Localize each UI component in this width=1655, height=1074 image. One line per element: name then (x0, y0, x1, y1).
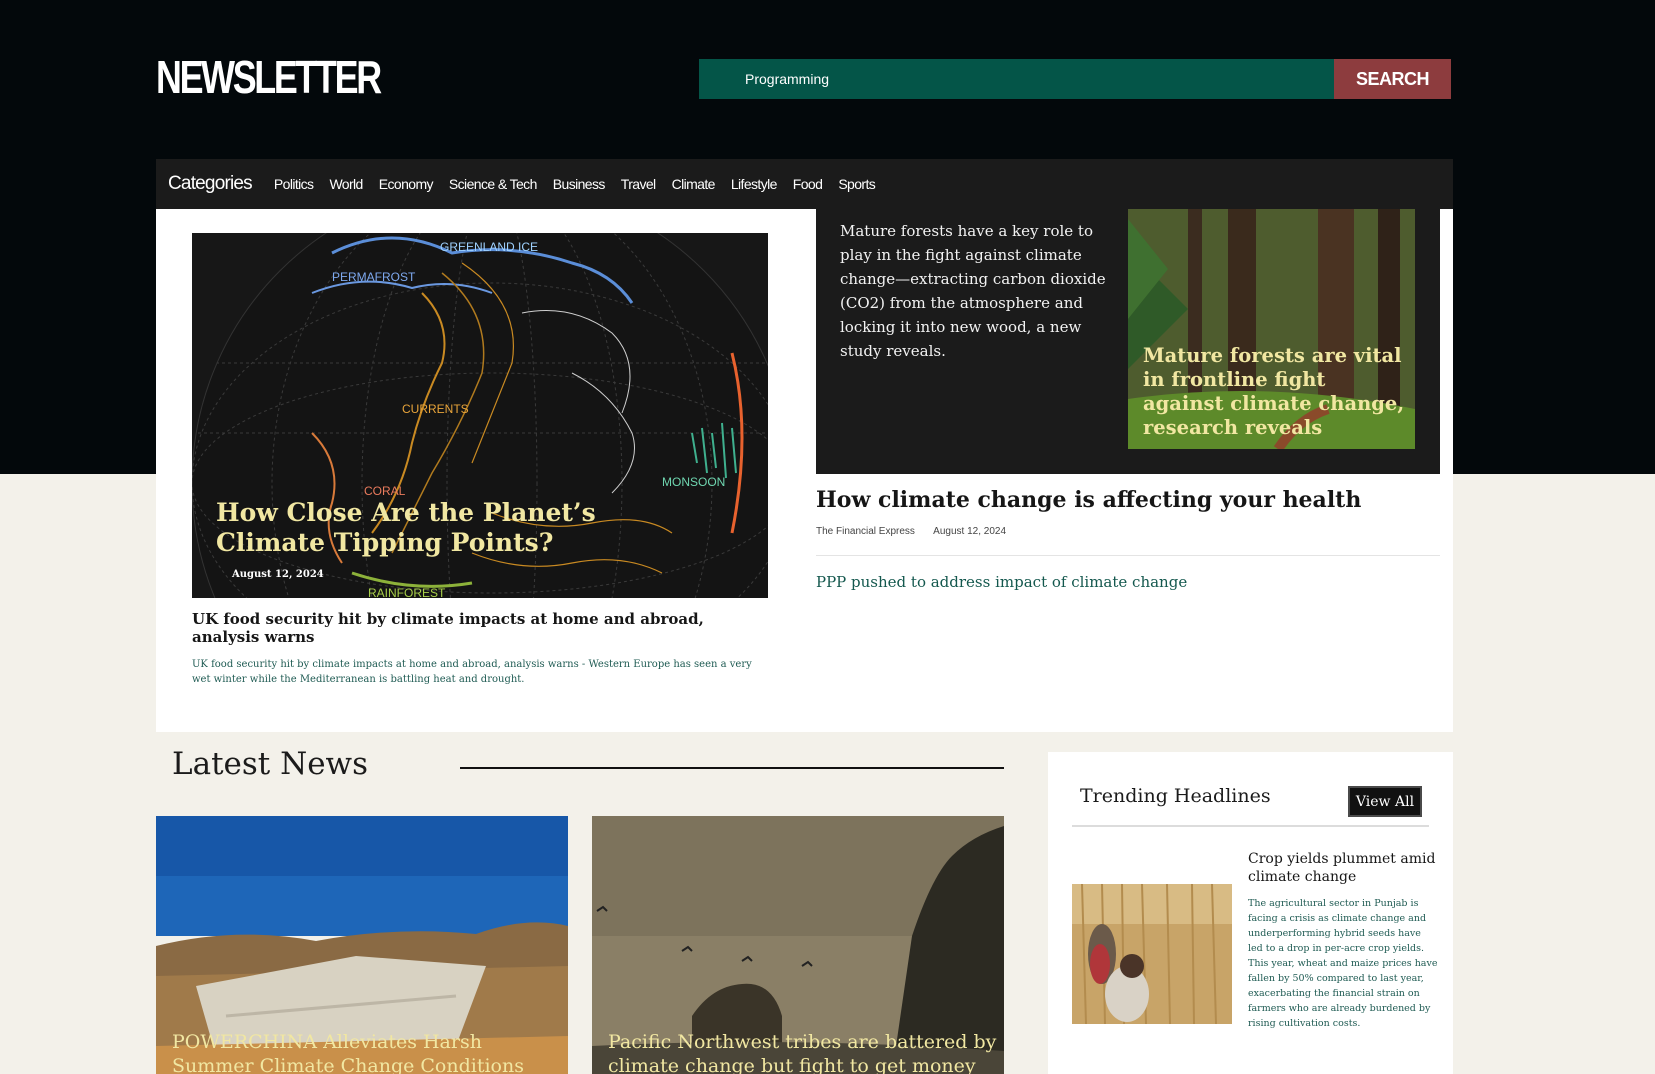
category-business[interactable]: Business (553, 176, 606, 192)
latest-news-card[interactable]: Pacific Northwest tribes are battered by… (592, 816, 1004, 1074)
search-input[interactable] (699, 59, 1334, 99)
trending-item-image[interactable] (1072, 884, 1232, 1024)
map-label-coral: CORAL (364, 484, 406, 498)
health-article-source: The Financial Express (816, 526, 915, 537)
latest-news-card-title[interactable]: Pacific Northwest tribes are battered by… (608, 1030, 998, 1074)
health-article-meta: The Financial Express August 12, 2024 (816, 526, 1022, 537)
category-lifestyle[interactable]: Lifestyle (731, 176, 778, 192)
category-travel[interactable]: Travel (621, 176, 656, 192)
category-food[interactable]: Food (793, 176, 823, 192)
category-sports[interactable]: Sports (838, 176, 875, 192)
latest-news-card[interactable]: POWERCHINA Alleviates Harsh Summer Clima… (156, 816, 568, 1074)
map-label-rainforest: RAINFOREST (368, 586, 446, 598)
map-label-permafrost: PERMAFROST (332, 270, 416, 284)
category-world[interactable]: World (329, 176, 363, 192)
trending-heading: Trending Headlines (1080, 785, 1271, 807)
trending-item-title[interactable]: Crop yields plummet amid climate change (1248, 850, 1438, 886)
hero-article[interactable]: GREENLAND ICE PERMAFROST CURRENTS CORAL … (192, 233, 768, 598)
latest-news-heading: Latest News (172, 746, 369, 782)
wheat-photo (1072, 884, 1232, 1024)
latest-news-rule (460, 767, 1004, 769)
forest-article-title[interactable]: Mature forests are vital in frontline fi… (1143, 344, 1408, 440)
category-science-tech[interactable]: Science & Tech (449, 176, 537, 192)
site-logo[interactable]: NEWSLETTER (156, 50, 382, 104)
divider (816, 555, 1440, 556)
ppp-article-link[interactable]: PPP pushed to address impact of climate … (816, 573, 1187, 591)
health-article-date: August 12, 2024 (933, 526, 1007, 537)
search-button[interactable]: SEARCH (1334, 59, 1451, 99)
map-label-currents: CURRENTS (402, 402, 469, 416)
hero-title[interactable]: How Close Are the Planet’s Climate Tippi… (216, 498, 676, 558)
forest-image[interactable]: Mature forests are vital in frontline fi… (1128, 209, 1415, 449)
category-economy[interactable]: Economy (379, 176, 434, 192)
trending-rule (1072, 825, 1429, 827)
hero-date: August 12, 2024 (232, 569, 324, 580)
map-label-greenland: GREENLAND ICE (440, 240, 538, 254)
categories-label: Categories (168, 173, 253, 194)
map-label-monsoon: MONSOON (662, 475, 725, 489)
uk-article-title[interactable]: UK food security hit by climate impacts … (192, 610, 768, 646)
forest-article-card[interactable]: Mature forests have a key role to play i… (816, 209, 1440, 474)
forest-article-text: Mature forests have a key role to play i… (840, 222, 1106, 360)
category-politics[interactable]: Politics (274, 176, 314, 192)
uk-article-description: UK food security hit by climate impacts … (192, 659, 752, 685)
trending-item-description: The agricultural sector in Punjab is fac… (1248, 898, 1438, 1029)
health-article-title[interactable]: How climate change is affecting your hea… (816, 487, 1361, 513)
category-nav: Categories Politics World Economy Scienc… (156, 159, 1453, 209)
category-climate[interactable]: Climate (672, 176, 716, 192)
search-bar: SEARCH (699, 59, 1451, 99)
view-all-button[interactable]: View All (1348, 786, 1422, 817)
latest-news-card-title[interactable]: POWERCHINA Alleviates Harsh Summer Clima… (172, 1030, 562, 1074)
trending-panel: Trending Headlines View All Crop yields … (1048, 752, 1453, 1074)
